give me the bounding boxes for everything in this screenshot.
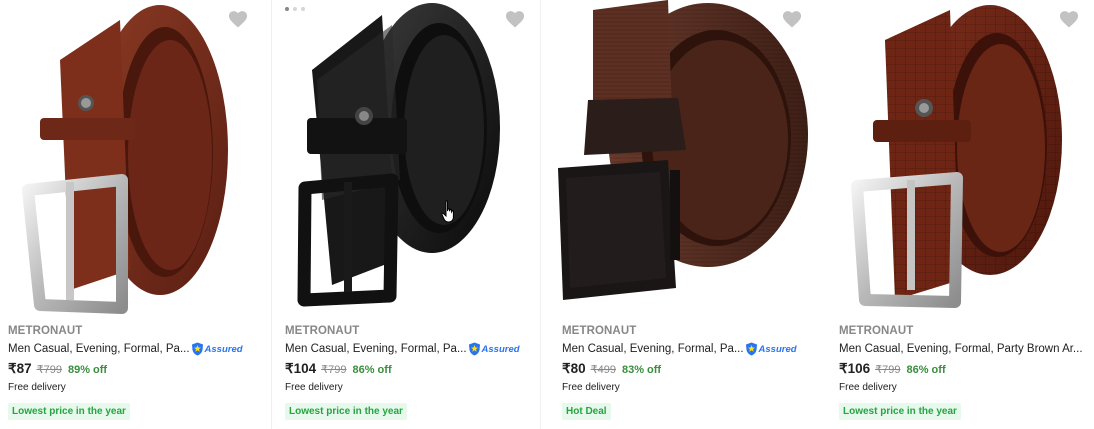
product-image[interactable] xyxy=(548,0,825,318)
mrp-price: ₹799 xyxy=(36,364,62,376)
mrp-price: ₹799 xyxy=(875,364,901,376)
product-info: METRONAUT Men Casual, Evening, Formal, P… xyxy=(562,324,817,420)
assured-badge: Assured xyxy=(468,342,520,356)
discount-percent: 86% off xyxy=(352,364,392,376)
selling-price: ₹106 xyxy=(839,361,871,376)
delivery-info: Free delivery xyxy=(285,382,343,393)
shield-icon xyxy=(191,342,203,356)
deal-badge: Hot Deal xyxy=(562,403,611,420)
assured-label: Assured xyxy=(481,343,520,355)
deal-badge: Lowest price in the year xyxy=(8,403,130,420)
image-carousel-dots xyxy=(285,7,305,11)
product-image[interactable] xyxy=(272,0,540,318)
delivery-info: Free delivery xyxy=(8,382,66,393)
delivery-info: Free delivery xyxy=(839,382,897,393)
deal-badge: Lowest price in the year xyxy=(285,403,407,420)
product-title[interactable]: Men Casual, Evening, Formal, Party Brown… xyxy=(839,341,1083,357)
product-info: METRONAUT Men Casual, Evening, Formal, P… xyxy=(8,324,269,420)
brand-name: METRONAUT xyxy=(285,325,360,337)
product-info: METRONAUT Men Casual, Evening, Formal, P… xyxy=(285,324,532,420)
carousel-dot[interactable] xyxy=(293,7,297,11)
delivery-info: Free delivery xyxy=(562,382,620,393)
wishlist-heart-icon[interactable] xyxy=(781,9,803,29)
discount-percent: 89% off xyxy=(67,364,108,376)
selling-price: ₹80 xyxy=(562,361,586,376)
brand-name: METRONAUT xyxy=(8,325,83,337)
product-title[interactable]: Men Casual, Evening, Formal, Pa... xyxy=(562,341,744,357)
carousel-dot[interactable] xyxy=(285,7,289,11)
wishlist-heart-icon[interactable] xyxy=(227,9,249,29)
product-card[interactable]: METRONAUT Men Casual, Evening, Formal, P… xyxy=(271,0,541,429)
product-card[interactable]: METRONAUT Men Casual, Evening, Formal, P… xyxy=(0,0,277,429)
assured-badge: Assured xyxy=(745,342,797,356)
discount-percent: 83% off xyxy=(621,364,662,376)
product-card[interactable]: METRONAUT Men Casual, Evening, Formal, P… xyxy=(548,0,825,429)
mrp-price: ₹499 xyxy=(590,364,616,376)
product-info: METRONAUT Men Casual, Evening, Formal, P… xyxy=(839,324,1094,420)
wishlist-heart-icon[interactable] xyxy=(1058,9,1080,29)
shield-icon xyxy=(468,342,480,356)
selling-price: ₹87 xyxy=(8,361,32,376)
discount-percent: 86% off xyxy=(906,364,946,376)
assured-badge: Assured xyxy=(191,342,243,356)
product-image[interactable] xyxy=(825,0,1094,318)
wishlist-heart-icon[interactable] xyxy=(504,9,526,29)
assured-label: Assured xyxy=(758,343,797,355)
product-title[interactable]: Men Casual, Evening, Formal, Pa... xyxy=(8,341,190,357)
brand-name: METRONAUT xyxy=(562,325,637,337)
brand-name: METRONAUT xyxy=(839,325,914,337)
product-grid: METRONAUT Men Casual, Evening, Formal, P… xyxy=(0,0,1094,429)
product-image[interactable] xyxy=(0,0,277,318)
selling-price: ₹104 xyxy=(285,361,317,376)
deal-badge: Lowest price in the year xyxy=(839,403,961,420)
assured-label: Assured xyxy=(204,343,243,355)
carousel-dot[interactable] xyxy=(301,7,305,11)
hand-cursor-icon xyxy=(441,200,454,223)
product-title[interactable]: Men Casual, Evening, Formal, Pa... xyxy=(285,341,467,357)
shield-icon xyxy=(745,342,757,356)
product-card[interactable]: METRONAUT Men Casual, Evening, Formal, P… xyxy=(825,0,1094,429)
mrp-price: ₹799 xyxy=(321,364,347,376)
